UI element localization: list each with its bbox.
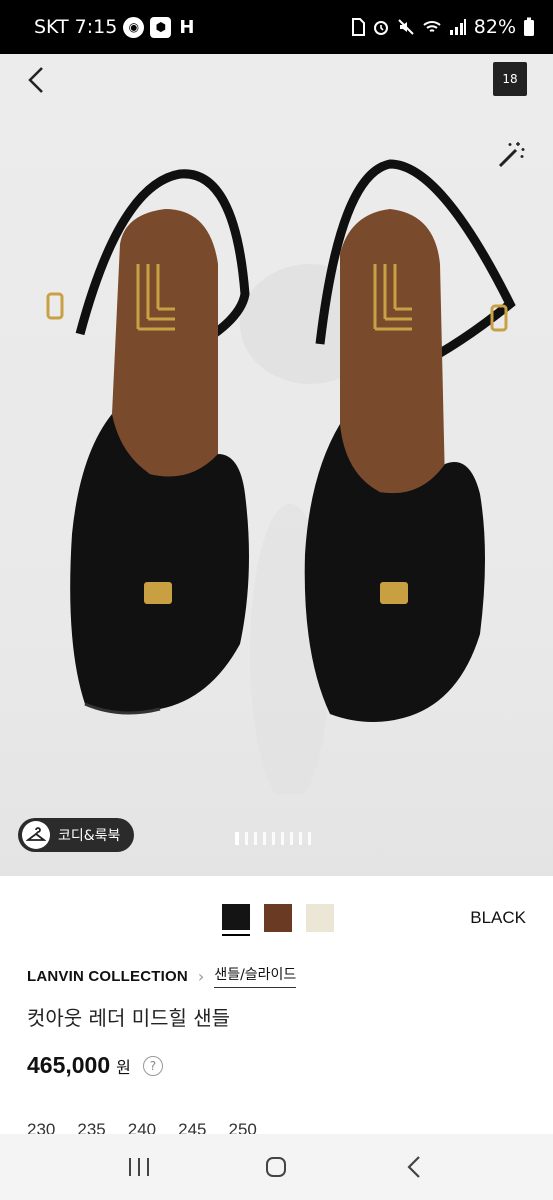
signal-icon: [449, 19, 466, 35]
color-swatches: [222, 904, 334, 936]
price-row: 465,000 원 ?: [27, 1052, 163, 1079]
page-dot: [308, 832, 311, 845]
system-back-button[interactable]: [392, 1145, 436, 1189]
left-sandal: [46, 169, 250, 715]
home-button[interactable]: [254, 1145, 298, 1189]
brand-row: LANVIN COLLECTION › 샌들/슬라이드: [27, 964, 297, 988]
back-arrow-icon: [407, 1156, 420, 1178]
swatch-black[interactable]: [222, 904, 250, 936]
question-icon[interactable]: ?: [142, 1055, 163, 1076]
chevron-right-icon: ›: [197, 966, 205, 986]
chevron-left-icon: [28, 67, 43, 93]
page-dot: [245, 832, 248, 845]
status-right: 82%: [351, 16, 535, 38]
right-sandal: [304, 159, 516, 723]
sim-icon: [351, 18, 365, 36]
swatch-brown[interactable]: [264, 904, 292, 932]
home-icon: [266, 1157, 287, 1177]
photo-count-badge[interactable]: 18: [493, 62, 527, 96]
selected-color-label: BLACK: [470, 908, 526, 927]
recent-apps-button[interactable]: [117, 1145, 161, 1189]
clock: 7:15: [74, 16, 118, 38]
hanger-icon: [22, 821, 50, 849]
page-dot: [299, 832, 302, 845]
brand-link[interactable]: LANVIN COLLECTION: [27, 968, 188, 985]
image-page-indicator: [235, 832, 311, 845]
product-name: 컷아웃 레더 미드힐 샌들: [27, 1006, 231, 1030]
page-dot: [272, 832, 275, 845]
system-navigation-bar: [0, 1134, 553, 1200]
carrier-label: SKT: [34, 16, 69, 38]
status-bar: SKT 7:15 ◉ ⬢ H 82%: [0, 0, 553, 54]
codi-lookbook-button[interactable]: 코디&룩북: [18, 818, 135, 852]
page-dot: [290, 832, 293, 845]
price-currency: 원: [116, 1057, 131, 1077]
battery-icon: [524, 17, 534, 36]
battery-percent: 82%: [473, 16, 516, 38]
swatch-cream[interactable]: [306, 904, 334, 932]
page-dot: [281, 832, 284, 845]
notification-box-icon: ⬢: [150, 16, 172, 38]
category-link[interactable]: 샌들/슬라이드: [214, 964, 297, 988]
product-image-gallery[interactable]: 18 코디&룩북: [0, 54, 553, 876]
page-dot: [263, 832, 266, 845]
price-value: 465,000: [27, 1052, 111, 1078]
status-left: SKT 7:15 ◉ ⬢ H: [34, 16, 194, 38]
product-photo-sandals: [46, 159, 516, 794]
alarm-icon: [373, 21, 388, 35]
page-dot: [254, 832, 257, 845]
recent-apps-icon: [128, 1158, 149, 1176]
back-button[interactable]: [20, 64, 52, 96]
page-dot: [235, 832, 239, 845]
notification-h-icon: H: [179, 16, 195, 38]
notification-app-icon: ◉: [123, 16, 145, 38]
codi-lookbook-label: 코디&룩북: [58, 828, 121, 844]
wifi-icon: [423, 21, 441, 32]
mute-icon: [398, 19, 414, 35]
